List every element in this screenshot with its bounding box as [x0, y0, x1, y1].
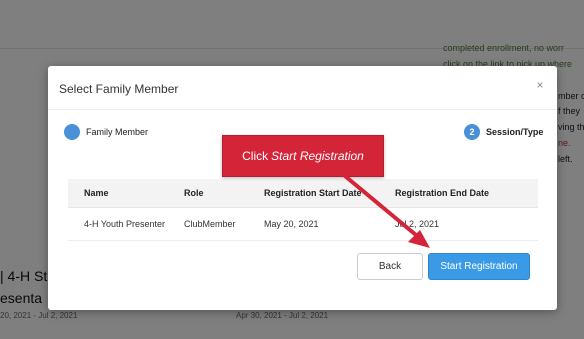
step-circle-icon	[64, 124, 80, 140]
start-registration-button[interactable]: Start Registration	[428, 253, 530, 280]
step-session-type: 2 Session/Type	[464, 124, 543, 140]
family-member-table: Name Role Registration Start Date Regist…	[68, 179, 538, 241]
close-icon[interactable]: ×	[533, 78, 547, 92]
cell-name: 4-H Youth Presenter	[84, 219, 166, 229]
step-family-member: Family Member	[64, 124, 148, 140]
modal-title: Select Family Member	[59, 82, 179, 96]
divider	[48, 109, 557, 110]
callout-command: Start Registration	[271, 149, 364, 163]
cell-start-date: May 20, 2021	[264, 219, 319, 229]
step-label: Family Member	[86, 127, 149, 137]
cell-end-date: Jul 2, 2021	[395, 219, 440, 229]
instruction-callout: Click Start Registration	[222, 135, 384, 177]
table-header: Name Role Registration Start Date Regist…	[68, 179, 538, 208]
column-header-name: Name	[84, 188, 109, 198]
cell-role: ClubMember	[184, 219, 236, 229]
select-family-member-modal: Select Family Member × Family Member 2 S…	[48, 66, 557, 310]
column-header-start-date: Registration Start Date	[264, 188, 362, 198]
step-circle-icon: 2	[464, 124, 480, 140]
table-row[interactable]: 4-H Youth Presenter ClubMember May 20, 2…	[68, 208, 538, 241]
back-button[interactable]: Back	[357, 253, 423, 280]
step-label: Session/Type	[486, 127, 544, 137]
column-header-role: Role	[184, 188, 204, 198]
column-header-end-date: Registration End Date	[395, 188, 490, 198]
callout-prefix: Click	[242, 149, 269, 163]
